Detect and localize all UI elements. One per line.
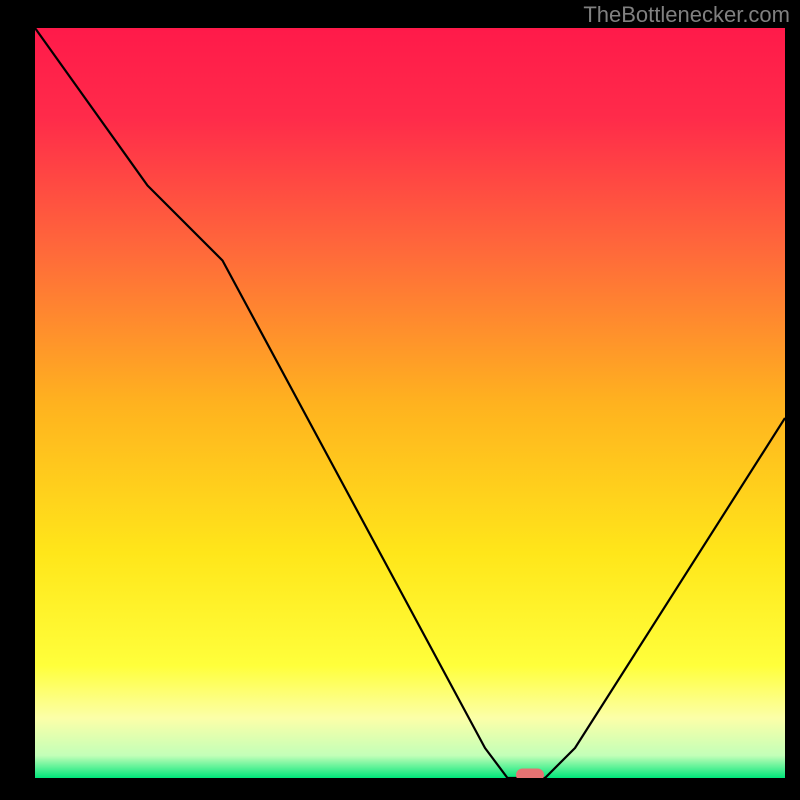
chart-svg <box>35 28 785 778</box>
plot-area <box>35 28 785 778</box>
watermark-text: TheBottlenecker.com <box>583 2 790 28</box>
chart-container: TheBottlenecker.com <box>0 0 800 800</box>
